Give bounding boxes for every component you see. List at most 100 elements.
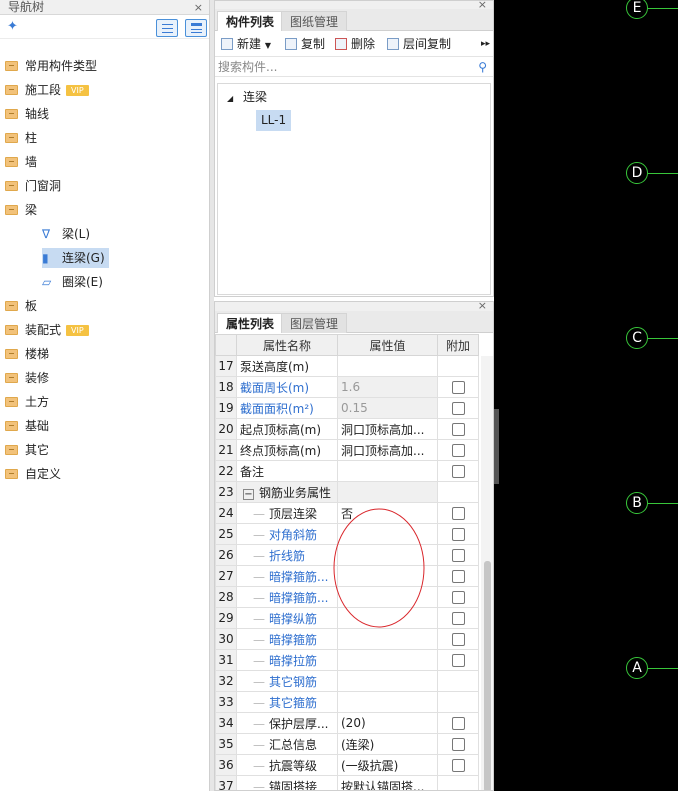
search-icon[interactable]: ⚲	[478, 57, 487, 77]
nav-item[interactable]: 自定义	[5, 464, 61, 484]
tab-drawing-management[interactable]: 图纸管理	[281, 11, 348, 31]
nav-item[interactable]: 板	[5, 296, 37, 316]
drawing-canvas[interactable]: E D C B A	[494, 0, 678, 791]
extra-checkbox[interactable]	[451, 633, 465, 646]
close-icon[interactable]: ×	[194, 0, 203, 15]
collapse-box-icon[interactable]: −	[243, 488, 254, 500]
nav-item[interactable]: 门窗洞	[5, 176, 61, 196]
tree-root[interactable]: ◢ 连梁	[227, 88, 267, 106]
tab-layer-management[interactable]: 图层管理	[281, 313, 348, 333]
nav-item[interactable]: 楼梯	[5, 344, 49, 364]
tab-component-list[interactable]: 构件列表	[217, 11, 284, 31]
property-row[interactable]: 30 — 暗撑箍筋	[215, 628, 479, 650]
property-value-cell[interactable]	[337, 565, 438, 587]
property-row[interactable]: 20 起点顶标高(m) 洞口顶标高加...	[215, 418, 479, 440]
search-input[interactable]: 搜索构件...	[218, 60, 277, 74]
axis-label-bubble[interactable]: D	[626, 162, 648, 184]
extra-checkbox[interactable]	[451, 549, 465, 562]
tree-item-ll-1[interactable]: LL-1	[256, 110, 292, 131]
tab-property-list[interactable]: 属性列表	[217, 313, 284, 333]
nav-item[interactable]: 基础	[5, 416, 49, 436]
axis-label-bubble[interactable]: B	[626, 492, 648, 514]
extra-checkbox[interactable]	[451, 423, 465, 436]
property-row[interactable]: 27 — 暗撑箍筋...	[215, 565, 479, 587]
nav-item[interactable]: 轴线	[5, 104, 49, 124]
property-value-cell[interactable]: 洞口顶标高加...	[337, 418, 438, 440]
property-value-cell[interactable]	[337, 523, 438, 545]
property-value-cell[interactable]	[337, 628, 438, 650]
dropdown-arrow-icon[interactable]: ▼	[265, 41, 271, 50]
property-row[interactable]: 36 — 抗震等级 (一级抗震)	[215, 754, 479, 776]
nav-item[interactable]: 其它	[5, 440, 49, 460]
list-view-button[interactable]	[156, 19, 178, 37]
extra-checkbox[interactable]	[451, 654, 465, 667]
more-icon[interactable]: ▸▸	[481, 36, 490, 52]
property-row[interactable]: 29 — 暗撑纵筋	[215, 607, 479, 629]
property-value-cell[interactable]	[337, 460, 438, 482]
property-row[interactable]: 17 泵送高度(m)	[215, 355, 479, 377]
nav-item[interactable]: 装修	[5, 368, 49, 388]
nav-item[interactable]: 施工段 VIP	[5, 80, 89, 100]
property-value-cell[interactable]	[337, 586, 438, 608]
nav-item[interactable]: 墙	[5, 152, 37, 172]
property-value-cell[interactable]	[337, 607, 438, 629]
extra-checkbox[interactable]	[451, 738, 465, 751]
property-value-cell[interactable]	[337, 481, 438, 503]
nav-item[interactable]: 常用构件类型	[5, 56, 97, 76]
nav-item[interactable]: 装配式 VIP	[5, 320, 89, 340]
axis-label-bubble[interactable]: A	[626, 657, 648, 679]
axis-label-bubble[interactable]: C	[626, 327, 648, 349]
extra-checkbox[interactable]	[451, 759, 465, 772]
scrollbar[interactable]	[481, 356, 493, 790]
property-row[interactable]: 18 截面周长(m) 1.6	[215, 376, 479, 398]
nav-item[interactable]: 土方	[5, 392, 49, 412]
collapse-handle[interactable]	[494, 409, 499, 484]
property-row[interactable]: 31 — 暗撑拉筋	[215, 649, 479, 671]
property-value-cell[interactable]: 洞口顶标高加...	[337, 439, 438, 461]
property-value-cell[interactable]	[337, 691, 438, 713]
property-value-cell[interactable]: 按默认锚固搭...	[337, 775, 438, 790]
extra-checkbox[interactable]	[451, 507, 465, 520]
scroll-thumb[interactable]	[484, 561, 491, 790]
property-value-cell[interactable]: 否	[337, 502, 438, 524]
property-row[interactable]: 35 — 汇总信息 (连梁)	[215, 733, 479, 755]
property-value-cell[interactable]	[337, 355, 438, 377]
nav-subitem[interactable]: ▮ 连梁(G)	[42, 248, 109, 268]
property-row[interactable]: 24 — 顶层连梁 否	[215, 502, 479, 524]
property-row[interactable]: 22 备注	[215, 460, 479, 482]
property-row[interactable]: 23− 钢筋业务属性	[215, 481, 479, 503]
delete-button[interactable]: 删除	[335, 36, 375, 52]
extra-checkbox[interactable]	[451, 570, 465, 583]
new-button[interactable]: 新建 ▼	[221, 36, 271, 52]
nav-item[interactable]: 柱	[5, 128, 37, 148]
property-row[interactable]: 34 — 保护层厚... (20)	[215, 712, 479, 734]
property-row[interactable]: 26 — 折线筋	[215, 544, 479, 566]
property-row[interactable]: 25 — 对角斜筋	[215, 523, 479, 545]
extra-checkbox[interactable]	[451, 444, 465, 457]
property-row[interactable]: 21 终点顶标高(m) 洞口顶标高加...	[215, 439, 479, 461]
axis-label-bubble[interactable]: E	[626, 0, 648, 19]
nav-subitem[interactable]: ▱ 圈梁(E)	[42, 272, 107, 292]
extra-checkbox[interactable]	[451, 381, 465, 394]
property-row[interactable]: 28 — 暗撑箍筋...	[215, 586, 479, 608]
nav-item[interactable]: 梁	[5, 200, 37, 220]
property-row[interactable]: 33 — 其它箍筋	[215, 691, 479, 713]
component-search[interactable]: 搜索构件... ⚲	[215, 57, 493, 77]
property-value-cell[interactable]	[337, 649, 438, 671]
property-value-cell[interactable]: (连梁)	[337, 733, 438, 755]
extra-checkbox[interactable]	[451, 591, 465, 604]
property-value-cell[interactable]: (一级抗震)	[337, 754, 438, 776]
nav-subitem[interactable]: ∇ 梁(L)	[42, 224, 94, 244]
add-sparkle-icon[interactable]: ✦	[7, 19, 18, 34]
property-row[interactable]: 37 — 锚固搭接 按默认锚固搭...	[215, 775, 479, 790]
extra-checkbox[interactable]	[451, 402, 465, 415]
extra-checkbox[interactable]	[451, 612, 465, 625]
property-row[interactable]: 19 截面面积(m²) 0.15	[215, 397, 479, 419]
property-value-cell[interactable]	[337, 670, 438, 692]
floor-copy-button[interactable]: 层间复制	[387, 36, 451, 52]
property-value-cell[interactable]	[337, 544, 438, 566]
extra-checkbox[interactable]	[451, 465, 465, 478]
property-value-cell[interactable]: (20)	[337, 712, 438, 734]
collapse-triangle-icon[interactable]: ◢	[227, 94, 233, 103]
tree-view-button[interactable]	[185, 19, 207, 37]
